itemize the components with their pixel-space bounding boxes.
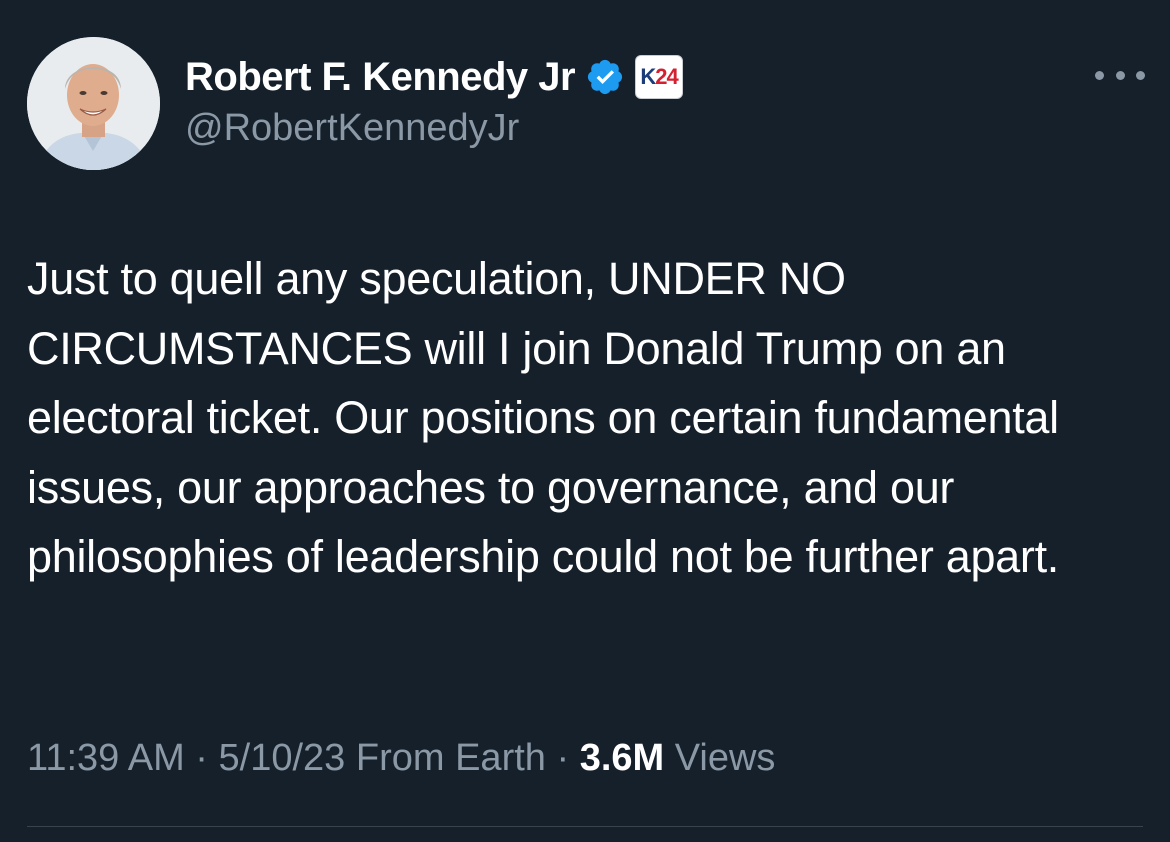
tweet-metadata: 11:39 AM · 5/10/23 From Earth · 3.6M Vie…	[27, 737, 775, 780]
author-name-row: Robert F. Kennedy Jr K 24	[185, 50, 684, 104]
views-label: Views	[674, 737, 776, 779]
more-dot	[1136, 70, 1145, 80]
avatar-photo	[27, 37, 160, 170]
avatar[interactable]	[27, 37, 160, 170]
more-dot	[1115, 70, 1125, 80]
more-dot	[1095, 70, 1104, 80]
verified-badge-icon[interactable]	[585, 57, 625, 97]
tweet-date[interactable]: 5/10/23	[219, 737, 346, 779]
more-horizontal-icon[interactable]	[1095, 60, 1145, 90]
meta-separator: ·	[545, 737, 580, 779]
affiliate-badge[interactable]: K 24	[635, 55, 684, 99]
display-name[interactable]: Robert F. Kennedy Jr	[185, 55, 576, 100]
divider	[27, 826, 1143, 827]
affiliate-badge-number: 24	[655, 64, 679, 89]
views-count[interactable]: 3.6M	[580, 737, 664, 779]
tweet-card: Robert F. Kennedy Jr K 24 @RobertKennedyJ…	[0, 0, 1170, 842]
affiliate-badge-k: K	[640, 64, 656, 89]
user-handle[interactable]: @RobertKennedyJr	[185, 107, 519, 150]
meta-separator: ·	[184, 737, 219, 779]
tweet-source: From Earth	[355, 737, 546, 779]
tweet-text: Just to quell any speculation, UNDER NO …	[27, 253, 1059, 582]
tweet-time[interactable]: 11:39 AM	[27, 737, 185, 779]
